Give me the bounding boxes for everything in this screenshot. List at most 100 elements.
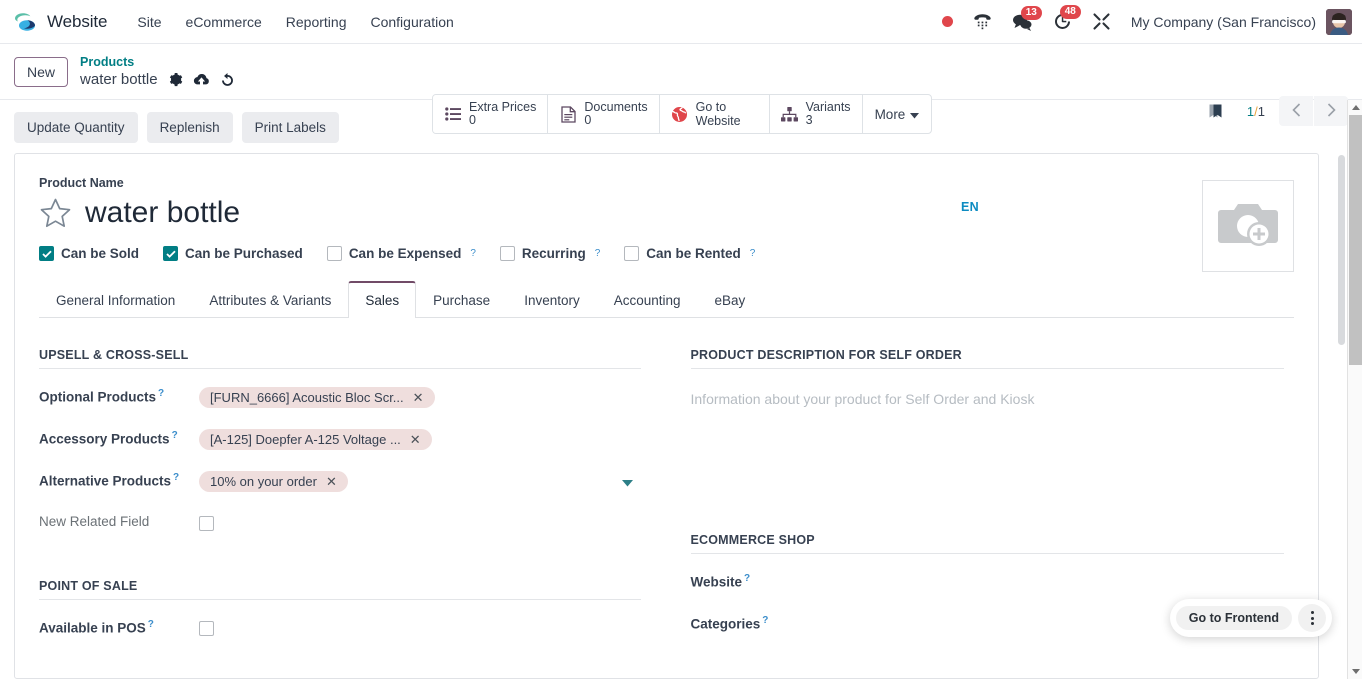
voip-phone-icon[interactable] — [963, 9, 1002, 34]
tab-sales[interactable]: Sales — [348, 281, 417, 318]
page-scrollbar[interactable] — [1347, 100, 1362, 679]
tab-accounting[interactable]: Accounting — [597, 282, 698, 318]
bookmark-icon[interactable] — [1198, 98, 1233, 125]
camera-add-icon — [1217, 198, 1279, 255]
field-value[interactable] — [851, 570, 1285, 594]
field-value-tags[interactable]: [A-125] Doepfer A-125 Voltage ... ✕ — [199, 427, 641, 451]
tag-remove-icon[interactable]: ✕ — [413, 391, 424, 404]
go-to-frontend-button[interactable]: Go to Frontend — [1175, 606, 1292, 630]
scroll-down-arrow-icon[interactable] — [1348, 664, 1362, 679]
tab-general-information[interactable]: General Information — [39, 282, 192, 318]
dropdown-caret-icon[interactable] — [621, 474, 633, 492]
form-inner-scroll-thumb[interactable] — [1338, 155, 1345, 345]
scrollbar-thumb[interactable] — [1349, 115, 1362, 365]
help-tooltip-icon[interactable]: ? — [595, 248, 601, 259]
field-alternative-products: Alternative Products? 10% on your order … — [39, 469, 641, 495]
help-tooltip-icon[interactable]: ? — [470, 248, 476, 259]
help-tooltip-icon[interactable]: ? — [173, 472, 179, 483]
globe-icon — [671, 106, 689, 123]
product-name-value[interactable]: water bottle — [85, 194, 240, 232]
menu-item-reporting[interactable]: Reporting — [274, 8, 359, 36]
checkbox-box[interactable] — [39, 246, 54, 261]
checkbox-recurring[interactable]: Recurring ? — [499, 246, 601, 261]
field-label: Accessory Products? — [39, 430, 178, 447]
discard-undo-icon[interactable] — [220, 72, 235, 87]
stat-buttons-bar: Extra Prices 0 Documents 0 Go to Website… — [432, 94, 933, 134]
field-new-related-field: New Related Field — [39, 511, 641, 537]
group-title-point-of-sale: POINT OF SALE — [39, 579, 641, 600]
stat-button-extra-prices[interactable]: Extra Prices 0 — [433, 95, 549, 133]
pager-next-button[interactable] — [1314, 96, 1348, 126]
checkbox-box[interactable] — [199, 515, 214, 531]
field-value-checkbox[interactable] — [199, 616, 641, 640]
company-switcher[interactable]: My Company (San Francisco) — [1121, 14, 1326, 30]
tab-inventory[interactable]: Inventory — [507, 282, 597, 318]
brand-name-label: Website — [47, 11, 108, 31]
tab-purchase[interactable]: Purchase — [416, 282, 507, 318]
scroll-up-arrow-icon[interactable] — [1348, 100, 1362, 115]
tag-remove-icon[interactable]: ✕ — [326, 475, 337, 488]
breadcrumb: Products water bottle — [80, 55, 235, 89]
self-order-description-editor[interactable]: Information about your product for Self … — [691, 369, 1285, 425]
star-outline-icon[interactable] — [39, 197, 72, 229]
product-image-upload[interactable] — [1202, 180, 1294, 272]
checkbox-can-be-sold[interactable]: Can be Sold — [39, 246, 139, 261]
stat-more-dropdown[interactable]: More — [863, 95, 932, 133]
checkbox-can-be-expensed[interactable]: Can be Expensed ? — [326, 246, 476, 261]
menu-item-site[interactable]: Site — [125, 8, 173, 36]
checkbox-box[interactable] — [499, 246, 515, 261]
scrollbar-track[interactable] — [1348, 115, 1362, 664]
help-tooltip-icon[interactable]: ? — [750, 248, 756, 259]
help-tooltip-icon[interactable]: ? — [172, 430, 178, 441]
field-value-checkbox[interactable] — [199, 511, 641, 535]
developer-tools-wrench-icon[interactable] — [1082, 8, 1121, 35]
menu-item-ecommerce[interactable]: eCommerce — [174, 8, 274, 36]
stat-button-variants[interactable]: Variants 3 — [769, 95, 863, 133]
pager-count[interactable]: 1/1 — [1233, 104, 1279, 119]
help-tooltip-icon[interactable]: ? — [158, 388, 164, 399]
hierarchy-icon — [781, 106, 799, 122]
checkbox-can-be-rented[interactable]: Can be Rented ? — [624, 246, 755, 261]
new-button[interactable]: New — [14, 56, 69, 87]
avatar[interactable] — [1326, 8, 1352, 35]
help-tooltip-icon[interactable]: ? — [762, 615, 768, 626]
field-label: Available in POS? — [39, 619, 154, 636]
update-quantity-button[interactable]: Update Quantity — [14, 111, 138, 143]
tag-remove-icon[interactable]: ✕ — [410, 433, 421, 446]
language-switch-en[interactable]: EN — [961, 200, 979, 214]
form-tabs: General Information Attributes & Variant… — [39, 280, 1294, 318]
group-title-upsell-cross-sell: UPSELL & CROSS-SELL — [39, 348, 641, 369]
help-tooltip-icon[interactable]: ? — [744, 573, 750, 584]
stat-button-documents[interactable]: Documents 0 — [548, 95, 660, 133]
left-column: UPSELL & CROSS-SELL Optional Products? [… — [39, 348, 667, 642]
field-label: Categories? — [690, 615, 769, 632]
control-panel: New Products water bottle Extra Prices 0… — [0, 44, 1362, 134]
save-cloud-upload-icon[interactable] — [193, 72, 210, 87]
activities-clock-icon[interactable]: 48 — [1043, 5, 1082, 35]
right-column: PRODUCT DESCRIPTION FOR SELF ORDER Infor… — [667, 348, 1295, 642]
menu-item-configuration[interactable]: Configuration — [358, 8, 465, 36]
checkbox-box[interactable] — [326, 246, 342, 261]
checkbox-can-be-purchased[interactable]: Can be Purchased — [163, 246, 303, 261]
gear-icon[interactable] — [168, 72, 183, 87]
breadcrumb-parent-products[interactable]: Products — [80, 55, 235, 70]
tab-ebay[interactable]: eBay — [698, 282, 763, 318]
checkbox-box[interactable] — [624, 246, 640, 261]
checkbox-box[interactable] — [163, 246, 179, 261]
brand-home-link[interactable]: Website — [0, 9, 108, 35]
vertical-dots-icon[interactable] — [1298, 604, 1326, 632]
systray: 13 48 My Company (San Francisco) — [932, 5, 1362, 35]
form-inner-scrollbar[interactable] — [1338, 155, 1345, 675]
stat-button-go-to-website[interactable]: Go to Website — [659, 95, 770, 133]
help-tooltip-icon[interactable]: ? — [148, 619, 154, 630]
tab-attributes-variants[interactable]: Attributes & Variants — [192, 282, 348, 318]
messages-icon[interactable]: 13 — [1002, 5, 1043, 35]
replenish-button[interactable]: Replenish — [146, 111, 233, 143]
recording-indicator-icon[interactable] — [932, 12, 963, 31]
print-labels-button[interactable]: Print Labels — [241, 111, 339, 143]
pager-previous-button[interactable] — [1279, 96, 1313, 126]
field-value-tags[interactable]: 10% on your order ✕ — [199, 469, 641, 493]
field-value-tags[interactable]: [FURN_6666] Acoustic Bloc Scr... ✕ — [199, 385, 641, 409]
odoo-app-window: Website Site eCommerce Reporting Configu… — [0, 0, 1362, 679]
checkbox-box[interactable] — [199, 620, 214, 636]
